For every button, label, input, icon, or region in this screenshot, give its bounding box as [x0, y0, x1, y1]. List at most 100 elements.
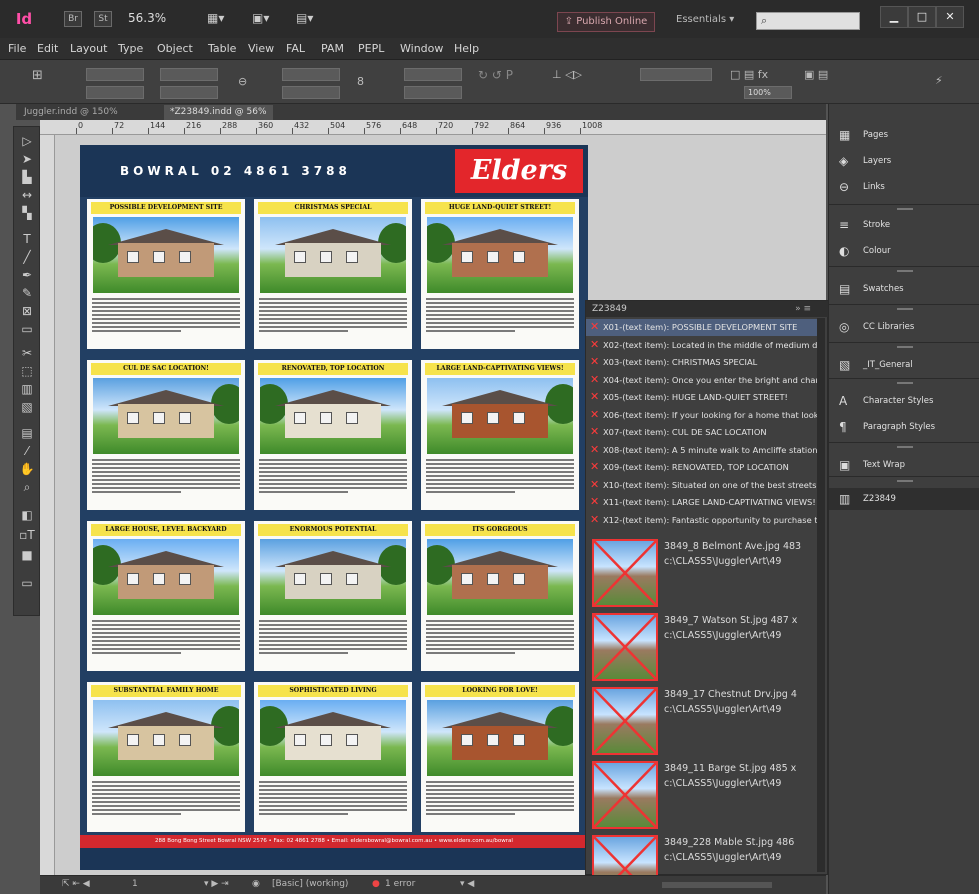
view-options-icon[interactable]: ▦▾: [207, 11, 229, 27]
link-row[interactable]: ✕ X05-(text item): HUGE LAND-QUIET STREET…: [586, 389, 819, 406]
panel-menu-icon[interactable]: » ≡: [795, 301, 811, 317]
link-row[interactable]: ✕ X01-(text item): POSSIBLE DEVELOPMENT S…: [586, 319, 819, 336]
panel-grip[interactable]: [897, 208, 913, 210]
link-scale-icon[interactable]: 8: [357, 75, 364, 88]
panel-stroke[interactable]: ≡ Stroke: [829, 214, 979, 236]
vertical-ruler[interactable]: [40, 135, 55, 875]
scissors-tool-icon[interactable]: ✂: [18, 345, 36, 361]
type-tool-icon[interactable]: T: [18, 231, 36, 247]
menu-table[interactable]: Table: [208, 42, 236, 55]
listing-card[interactable]: POSSIBLE DEVELOPMENT SITE: [87, 199, 245, 349]
x-field[interactable]: [86, 68, 144, 81]
screen-mode-icon[interactable]: ▣▾: [252, 11, 274, 27]
panel-grip[interactable]: [897, 480, 913, 482]
constrain-proportions-icon[interactable]: ⊖: [238, 75, 247, 88]
panel-pages[interactable]: ▦ Pages: [829, 124, 979, 146]
style-status[interactable]: [Basic] (working): [272, 879, 348, 889]
stock-button[interactable]: St: [94, 11, 112, 27]
rotation-field[interactable]: [404, 68, 462, 81]
link-row[interactable]: ✕ X10-(text item): Situated on one of the…: [586, 477, 819, 494]
panel-swatches[interactable]: ▤ Swatches: [829, 278, 979, 300]
panel-grip[interactable]: [897, 270, 913, 272]
listing-card[interactable]: ITS GORGEOUS: [421, 521, 579, 671]
listing-photo[interactable]: [93, 378, 239, 454]
panel-grip[interactable]: [897, 382, 913, 384]
menu-pam[interactable]: PAM: [321, 42, 344, 55]
screen-mode-tool-icon[interactable]: ▭: [18, 575, 36, 591]
gap-tool-icon[interactable]: ↔: [18, 187, 36, 203]
menu-view[interactable]: View: [248, 42, 274, 55]
panel-character-styles[interactable]: A Character Styles: [829, 390, 979, 412]
menu-file[interactable]: File: [8, 42, 26, 55]
link-row[interactable]: ✕ X02-(text item): Located in the middle …: [586, 337, 819, 354]
menu-window[interactable]: Window: [400, 42, 443, 55]
listing-card[interactable]: ENORMOUS POTENTIAL: [254, 521, 412, 671]
panel-colour[interactable]: ◐ Colour: [829, 240, 979, 262]
link-row[interactable]: ✕ X08-(text item): A 5 minute walk to Amc…: [586, 442, 819, 459]
image-link-row[interactable]: 3849_17 Chestnut Drv.jpg 4 c:\CLASS5\Jugg…: [592, 687, 822, 759]
listing-card[interactable]: LARGE LAND-CAPTIVATING VIEWS!: [421, 360, 579, 510]
apply-color-icon[interactable]: ■: [18, 547, 36, 563]
link-row[interactable]: ✕ X12-(text item): Fantastic opportunity …: [586, 512, 819, 529]
image-link-row[interactable]: 3849_11 Barge St.jpg 485 x c:\CLASS5\Jugg…: [592, 761, 822, 833]
menu-pepl[interactable]: PEPL: [358, 42, 384, 55]
listing-card[interactable]: CUL DE SAC LOCATION!: [87, 360, 245, 510]
listing-photo[interactable]: [260, 700, 406, 776]
links-scrollbar[interactable]: [817, 318, 825, 872]
preflight-status[interactable]: 1 error: [385, 879, 415, 889]
panel-grip[interactable]: [897, 308, 913, 310]
status-menu-icon[interactable]: ▾ ◀: [460, 879, 474, 889]
link-row[interactable]: ✕ X06-(text item): If your looking for a …: [586, 407, 819, 424]
link-row[interactable]: ✕ X11-(text item): LARGE LAND-CAPTIVATING…: [586, 494, 819, 511]
stroke-weight-field[interactable]: [640, 68, 712, 81]
maximize-button[interactable]: □: [908, 6, 936, 28]
menu-edit[interactable]: Edit: [37, 42, 58, 55]
listing-photo[interactable]: [93, 217, 239, 293]
scale-x-field[interactable]: [282, 68, 340, 81]
listing-photo[interactable]: [427, 539, 573, 615]
listing-photo[interactable]: [93, 700, 239, 776]
selection-tool-icon[interactable]: ▷: [18, 133, 36, 149]
width-field[interactable]: [160, 68, 218, 81]
panel-links[interactable]: ⊖ Links: [829, 176, 979, 198]
panel-grip[interactable]: [897, 446, 913, 448]
direct-selection-tool-icon[interactable]: ➤: [18, 151, 36, 167]
fill-stroke-icon[interactable]: ◧: [18, 507, 36, 523]
reference-point-icon[interactable]: ⊞: [32, 68, 43, 83]
link-row[interactable]: ✕ X09-(text item): RENOVATED, TOP LOCATIO…: [586, 459, 819, 476]
flip-icon[interactable]: ⊥ ◁▷: [552, 68, 582, 81]
content-collector-icon[interactable]: ▚: [18, 205, 36, 221]
listing-card[interactable]: RENOVATED, TOP LOCATION: [254, 360, 412, 510]
menu-type[interactable]: Type: [118, 42, 143, 55]
y-field[interactable]: [86, 86, 144, 99]
link-row[interactable]: ✕ X03-(text item): CHRISTMAS SPECIAL: [586, 354, 819, 371]
panel-it-general[interactable]: ▧ _IT_General: [829, 354, 979, 376]
publish-online-button[interactable]: ⇪ Publish Online: [557, 12, 655, 32]
panel-layers[interactable]: ◈ Layers: [829, 150, 979, 172]
scale-y-field[interactable]: [282, 86, 340, 99]
link-row[interactable]: ✕ X07-(text item): CUL DE SAC LOCATION: [586, 424, 819, 441]
gradient-feather-tool-icon[interactable]: ▧: [18, 399, 36, 415]
page-nav-icon[interactable]: ⇱ ⇤ ◀: [62, 879, 90, 889]
gradient-tool-icon[interactable]: ▥: [18, 381, 36, 397]
panel-z23849-panel[interactable]: ▥ Z23849: [829, 488, 979, 510]
hand-tool-icon[interactable]: ✋: [18, 461, 36, 477]
pen-tool-icon[interactable]: ✒: [18, 267, 36, 283]
close-button[interactable]: ✕: [936, 6, 964, 28]
line-tool-icon[interactable]: ╱: [18, 249, 36, 265]
listing-card[interactable]: CHRISTMAS SPECIAL: [254, 199, 412, 349]
listing-photo[interactable]: [427, 700, 573, 776]
listing-photo[interactable]: [260, 378, 406, 454]
menu-object[interactable]: Object: [157, 42, 193, 55]
rectangle-frame-tool-icon[interactable]: ⊠: [18, 303, 36, 319]
arrange-documents-icon[interactable]: ▤▾: [296, 11, 318, 27]
image-thumbnail[interactable]: [592, 687, 658, 755]
shear-field[interactable]: [404, 86, 462, 99]
image-thumbnail[interactable]: [592, 613, 658, 681]
menu-help[interactable]: Help: [454, 42, 479, 55]
image-thumbnail[interactable]: [592, 761, 658, 829]
height-field[interactable]: [160, 86, 218, 99]
image-thumbnail[interactable]: [592, 539, 658, 607]
workspace-switcher[interactable]: Essentials ▾: [676, 14, 734, 25]
panel-text-wrap[interactable]: ▣ Text Wrap: [829, 454, 979, 476]
